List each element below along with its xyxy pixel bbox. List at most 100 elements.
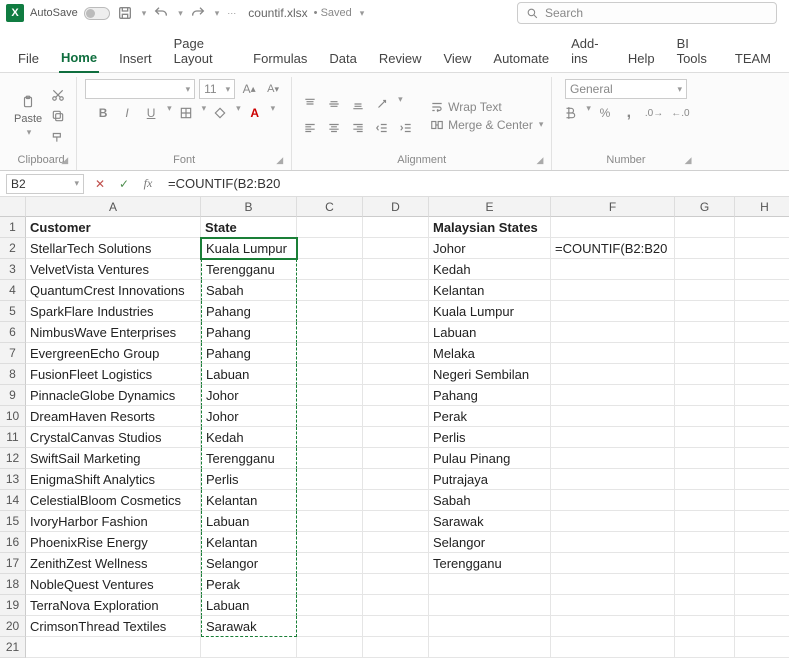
tab-home[interactable]: Home <box>59 46 99 73</box>
font-size-select[interactable]: 11▾ <box>199 79 235 99</box>
cell-C16[interactable] <box>297 532 363 553</box>
redo-icon[interactable] <box>189 4 207 22</box>
cell-F5[interactable] <box>551 301 675 322</box>
cell-E8[interactable]: Negeri Sembilan <box>429 364 551 385</box>
cell-C3[interactable] <box>297 259 363 280</box>
cell-H3[interactable] <box>735 259 789 280</box>
cell-G2[interactable] <box>675 238 735 259</box>
undo-more[interactable]: ▾ <box>178 8 183 19</box>
tab-add-ins[interactable]: Add-ins <box>569 32 608 72</box>
cell-G14[interactable] <box>675 490 735 511</box>
cell-D9[interactable] <box>363 385 429 406</box>
undo-icon[interactable] <box>152 4 170 22</box>
filename-more[interactable]: ▾ <box>360 8 365 19</box>
cell-F9[interactable] <box>551 385 675 406</box>
cell-B9[interactable]: Johor <box>201 385 297 406</box>
cell-F3[interactable] <box>551 259 675 280</box>
cell-G7[interactable] <box>675 343 735 364</box>
cell-D6[interactable] <box>363 322 429 343</box>
cell-B2[interactable]: Kuala Lumpur <box>201 238 297 259</box>
row-header-19[interactable]: 19 <box>0 595 26 616</box>
cell-B10[interactable]: Johor <box>201 406 297 427</box>
tab-automate[interactable]: Automate <box>491 47 551 72</box>
cell-G5[interactable] <box>675 301 735 322</box>
cell-H2[interactable] <box>735 238 789 259</box>
cell-A5[interactable]: SparkFlare Industries <box>26 301 201 322</box>
cell-E9[interactable]: Pahang <box>429 385 551 406</box>
row-header-17[interactable]: 17 <box>0 553 26 574</box>
cell-D14[interactable] <box>363 490 429 511</box>
cell-C4[interactable] <box>297 280 363 301</box>
number-launcher-icon[interactable]: ◢ <box>685 155 692 166</box>
tab-insert[interactable]: Insert <box>117 47 154 72</box>
clipboard-launcher-icon[interactable]: ◢ <box>61 155 68 166</box>
cell-F15[interactable] <box>551 511 675 532</box>
cell-F7[interactable] <box>551 343 675 364</box>
alignment-launcher-icon[interactable]: ◢ <box>536 155 543 166</box>
col-header-A[interactable]: A <box>26 197 201 217</box>
percent-format-icon[interactable]: % <box>595 103 615 123</box>
cell-E13[interactable]: Putrajaya <box>429 469 551 490</box>
cell-A16[interactable]: PhoenixRise Energy <box>26 532 201 553</box>
cell-E7[interactable]: Melaka <box>429 343 551 364</box>
cell-C20[interactable] <box>297 616 363 637</box>
cell-G13[interactable] <box>675 469 735 490</box>
cell-D11[interactable] <box>363 427 429 448</box>
cell-E3[interactable]: Kedah <box>429 259 551 280</box>
cell-E18[interactable] <box>429 574 551 595</box>
cell-G10[interactable] <box>675 406 735 427</box>
formula-bar[interactable] <box>164 174 783 194</box>
orientation-icon[interactable] <box>372 94 392 114</box>
cell-C12[interactable] <box>297 448 363 469</box>
font-color-icon[interactable]: A <box>245 103 265 123</box>
col-header-B[interactable]: B <box>201 197 297 217</box>
cell-B14[interactable]: Kelantan <box>201 490 297 511</box>
save-icon[interactable] <box>116 4 134 22</box>
cell-G4[interactable] <box>675 280 735 301</box>
cell-H4[interactable] <box>735 280 789 301</box>
cell-B3[interactable]: Terengganu <box>201 259 297 280</box>
col-header-H[interactable]: H <box>735 197 789 217</box>
cell-H7[interactable] <box>735 343 789 364</box>
paste-label[interactable]: Paste <box>14 113 42 125</box>
cell-D12[interactable] <box>363 448 429 469</box>
cell-A11[interactable]: CrystalCanvas Studios <box>26 427 201 448</box>
tab-review[interactable]: Review <box>377 47 424 72</box>
cell-B15[interactable]: Labuan <box>201 511 297 532</box>
cell-D10[interactable] <box>363 406 429 427</box>
wrap-text-button[interactable]: Wrap Text <box>430 100 543 114</box>
cell-E15[interactable]: Sarawak <box>429 511 551 532</box>
cell-A14[interactable]: CelestialBloom Cosmetics <box>26 490 201 511</box>
cell-A3[interactable]: VelvetVista Ventures <box>26 259 201 280</box>
cell-F17[interactable] <box>551 553 675 574</box>
align-top-icon[interactable] <box>300 94 320 114</box>
cell-E20[interactable] <box>429 616 551 637</box>
align-left-icon[interactable] <box>300 118 320 138</box>
cell-G3[interactable] <box>675 259 735 280</box>
cell-B16[interactable]: Kelantan <box>201 532 297 553</box>
tab-file[interactable]: File <box>16 47 41 72</box>
cell-C11[interactable] <box>297 427 363 448</box>
cell-E12[interactable]: Pulau Pinang <box>429 448 551 469</box>
cell-A10[interactable]: DreamHaven Resorts <box>26 406 201 427</box>
cut-icon[interactable] <box>48 86 68 104</box>
cell-G8[interactable] <box>675 364 735 385</box>
row-header-12[interactable]: 12 <box>0 448 26 469</box>
cell-B8[interactable]: Labuan <box>201 364 297 385</box>
qat-save-more[interactable]: ▾ <box>142 8 147 19</box>
cell-E17[interactable]: Terengganu <box>429 553 551 574</box>
cell-D13[interactable] <box>363 469 429 490</box>
cell-C18[interactable] <box>297 574 363 595</box>
increase-indent-icon[interactable] <box>396 118 416 138</box>
cell-B4[interactable]: Sabah <box>201 280 297 301</box>
cell-B17[interactable]: Selangor <box>201 553 297 574</box>
row-header-2[interactable]: 2 <box>0 238 26 259</box>
cell-G17[interactable] <box>675 553 735 574</box>
cell-D15[interactable] <box>363 511 429 532</box>
number-format-select[interactable]: General▾ <box>565 79 687 99</box>
format-painter-icon[interactable] <box>48 128 68 146</box>
cell-H16[interactable] <box>735 532 789 553</box>
row-header-1[interactable]: 1 <box>0 217 26 238</box>
cell-A9[interactable]: PinnacleGlobe Dynamics <box>26 385 201 406</box>
increase-font-icon[interactable]: A▴ <box>239 79 259 99</box>
